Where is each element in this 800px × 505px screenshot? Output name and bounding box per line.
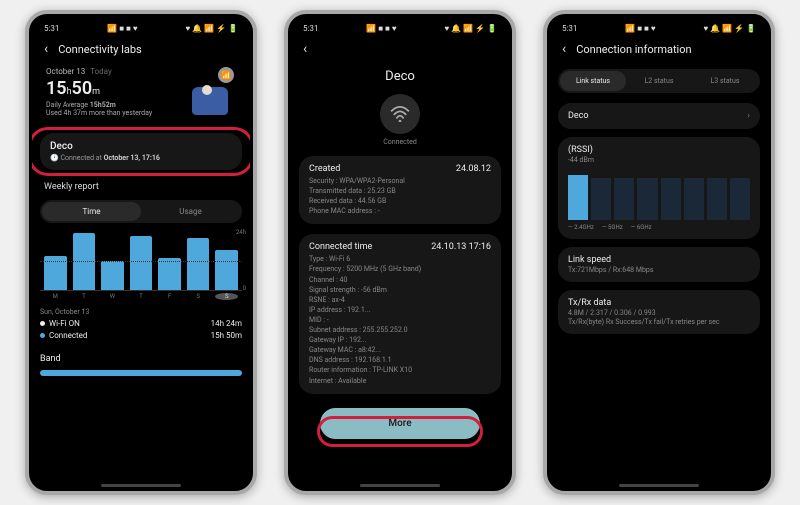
clock: 5:31: [562, 24, 577, 33]
page-title: Connection information: [576, 43, 691, 56]
back-icon[interactable]: ‹: [303, 41, 307, 57]
conntime-label: Connected time: [309, 242, 372, 252]
linkspeed-block: Link speed Tx:721Mbps / Rx:648 Mbps: [558, 247, 760, 282]
status-right-icons: ♥ 🔔 📶 ⚡ 🔋: [185, 24, 238, 33]
txrx-block: Tx/Rx data 4.8M / 2.317 / 0.306 / 0.993 …: [558, 290, 760, 334]
ssid-title: Deco: [299, 69, 501, 84]
legend-wifi-on: Wi-Fi ON 14h 24m: [40, 319, 242, 328]
created-value: 24.08.12: [456, 164, 491, 174]
status-bar: 5:31 📶 ■ ■ ♥ ♥ 🔔 📶 ⚡ 🔋: [558, 22, 760, 35]
status-label: Connected: [299, 138, 501, 146]
phone-frame-3: 5:31 📶 ■ ■ ♥ ♥ 🔔 📶 ⚡ 🔋 ‹ Connection info…: [543, 10, 775, 495]
avg-value: 15h52m: [90, 101, 116, 109]
band-label: Band: [40, 354, 242, 364]
header: ‹ Connectivity labs: [40, 35, 242, 63]
back-icon[interactable]: ‹: [44, 41, 48, 57]
deco-block[interactable]: Deco ›: [558, 103, 760, 129]
status-bar: 5:31 📶 ■ ■ ♥ ♥ 🔔 📶 ⚡ 🔋: [40, 22, 242, 35]
today-label: Today: [90, 67, 112, 76]
tab-usage[interactable]: Usage: [141, 202, 240, 221]
created-label: Created: [309, 164, 340, 174]
status-tabs: Link status L2 status L3 status: [558, 69, 760, 93]
segment-control: Time Usage: [40, 200, 242, 223]
rssi-block: (RSSI) -44 dBm — 2.4GHz— 5GHz— 6GHz: [558, 137, 760, 239]
wifi-bubble-icon: 📶: [218, 67, 234, 83]
rssi-chart: [568, 170, 750, 220]
legend-connected: Connected 15h 50m: [40, 331, 242, 340]
clock: 5:31: [303, 24, 318, 33]
status-left-icons: 📶 ■ ■ ♥: [107, 24, 137, 33]
page-title: Connectivity labs: [58, 43, 142, 56]
legend-date: Sun, October 13: [40, 308, 242, 316]
connected-time-card: Connected time24.10.13 17:16 Type : Wi-F…: [299, 234, 501, 393]
clock: 5:31: [44, 24, 59, 33]
weekly-label: Weekly report: [40, 178, 242, 196]
tab-time[interactable]: Time: [42, 202, 141, 221]
tab-link-status[interactable]: Link status: [560, 71, 626, 91]
avg-label: Daily Average: [46, 101, 88, 109]
created-card: Created24.08.12 Security : WPA/WPA2-Pers…: [299, 156, 501, 224]
illustration: 📶: [188, 67, 236, 115]
tab-l2-status[interactable]: L2 status: [626, 71, 692, 91]
weekly-chart: 24h 0: [40, 231, 242, 291]
conntime-value: 24.10.13 17:16: [431, 242, 491, 252]
tab-l3-status[interactable]: L3 status: [692, 71, 758, 91]
band-bar: [40, 370, 242, 376]
status-bar: 5:31 📶 ■ ■ ♥ ♥ 🔔 📶 ⚡ 🔋: [299, 22, 501, 35]
connection-card[interactable]: Deco 🕐 Connected at October 13, 17:16: [40, 133, 242, 170]
phone-frame-1: 5:31 📶 ■ ■ ♥ ♥ 🔔 📶 ⚡ 🔋 ‹ Connectivity la…: [25, 10, 257, 495]
rssi-legend: — 2.4GHz— 5GHz— 6GHz: [568, 224, 750, 231]
back-icon[interactable]: ‹: [562, 41, 566, 57]
chart-x-labels: MTWTFSS: [40, 291, 242, 302]
ssid-name: Deco: [50, 141, 232, 152]
wifi-icon: [380, 94, 420, 134]
usage-time: 15h50m: [46, 78, 188, 99]
compare-text: Used 4h 37m more than yesterday: [46, 109, 188, 117]
more-button[interactable]: More: [320, 408, 480, 439]
phone-frame-2: 5:31 📶 ■ ■ ♥ ♥ 🔔 📶 ⚡ 🔋 ‹ Deco Connected …: [284, 10, 516, 495]
date: October 13: [46, 67, 85, 76]
